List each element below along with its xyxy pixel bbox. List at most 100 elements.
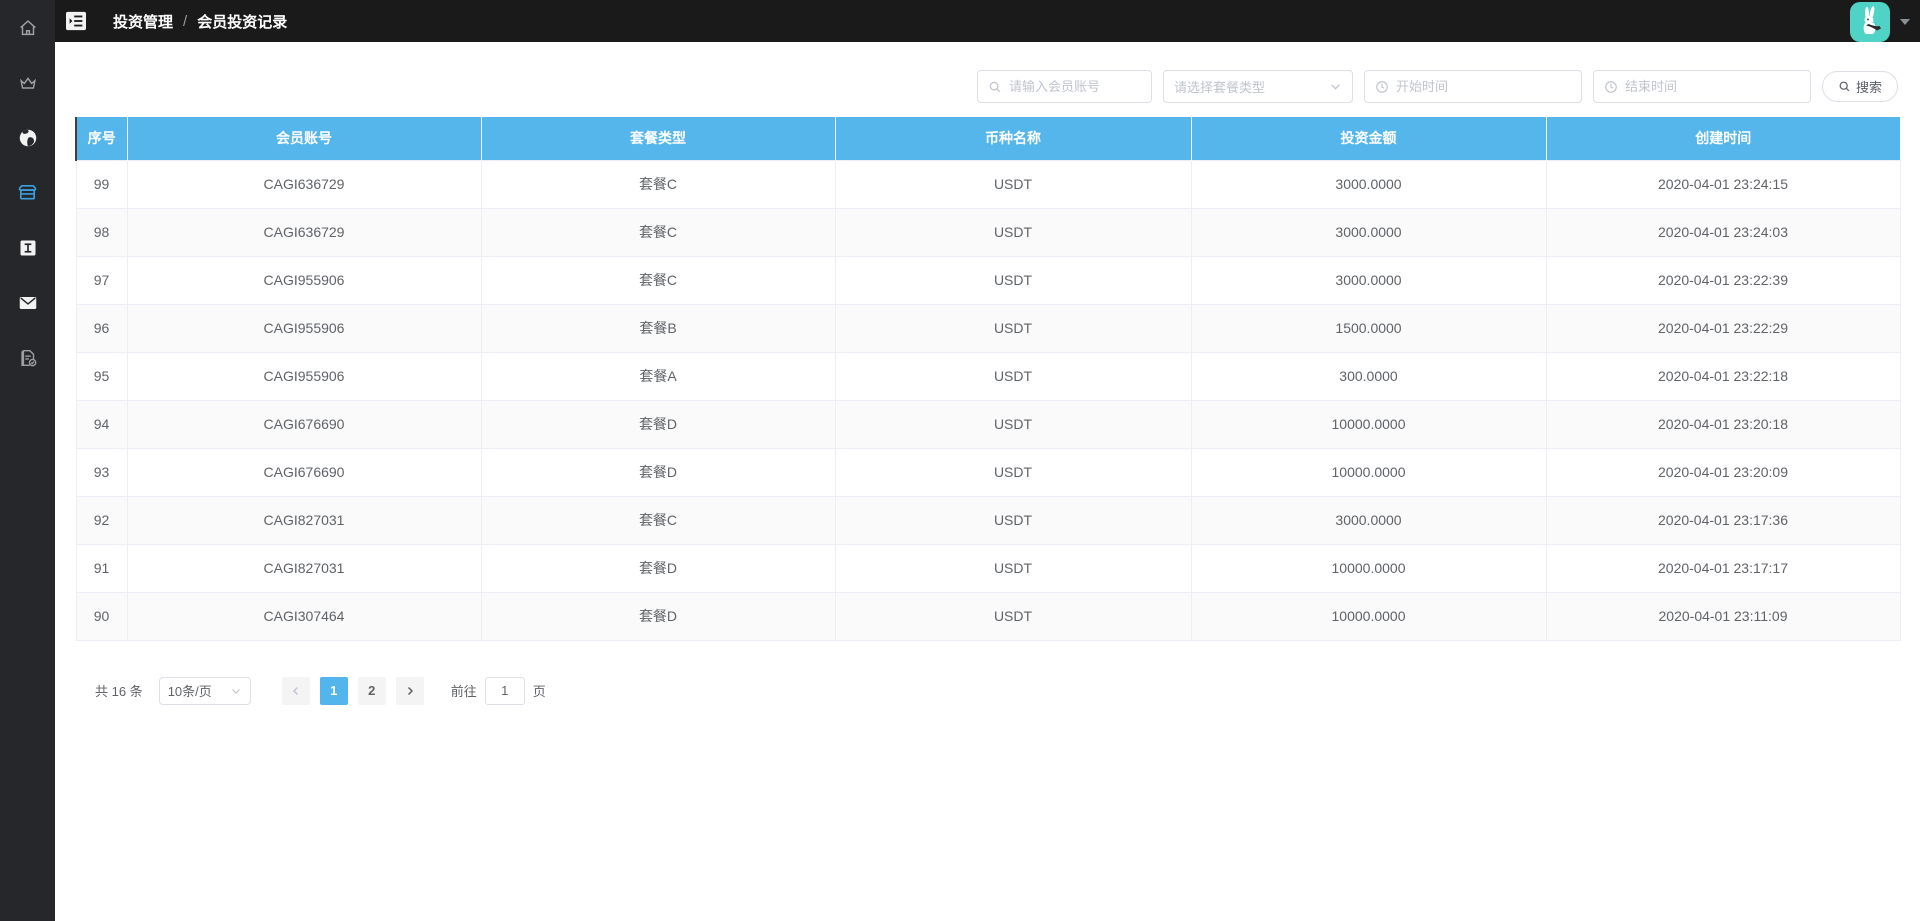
- col-header-package: 套餐类型: [480, 117, 835, 160]
- search-icon: [1839, 81, 1850, 92]
- table-row: 98 CAGI636729 套餐C USDT 3000.0000 2020-04…: [75, 207, 1901, 257]
- cell-package: 套餐B: [480, 303, 836, 353]
- shop-icon: [16, 181, 39, 204]
- table-row: 95 CAGI955906 套餐A USDT 300.0000 2020-04-…: [75, 351, 1901, 401]
- goto-page-input[interactable]: [484, 676, 525, 705]
- table-row: 96 CAGI955906 套餐B USDT 1500.0000 2020-04…: [75, 303, 1901, 353]
- col-header-amount: 投资金额: [1190, 117, 1546, 160]
- sidebar-item-mail[interactable]: [0, 275, 55, 330]
- investment-table: 序号 会员账号 套餐类型 币种名称 投资金额 创建时间 99 CAGI63672…: [75, 117, 1901, 641]
- breadcrumb-section[interactable]: 投资管理: [113, 11, 173, 32]
- table-row: 93 CAGI676690 套餐D USDT 10000.0000 2020-0…: [75, 447, 1901, 497]
- cell-created: 2020-04-01 23:17:36: [1545, 495, 1901, 545]
- cell-currency: USDT: [834, 255, 1192, 305]
- table-row: 90 CAGI307464 套餐D USDT 10000.0000 2020-0…: [75, 591, 1901, 641]
- start-date-field[interactable]: [1363, 70, 1582, 103]
- cell-currency: USDT: [834, 207, 1192, 257]
- package-type-placeholder: 请选择套餐类型: [1173, 80, 1265, 95]
- package-type-select[interactable]: 请选择套餐类型: [1162, 70, 1353, 103]
- cell-seq: 94: [75, 399, 128, 449]
- clock-icon: [1376, 80, 1388, 93]
- table-row: 91 CAGI827031 套餐D USDT 10000.0000 2020-0…: [75, 543, 1901, 593]
- page-button-1[interactable]: 1: [319, 676, 348, 705]
- goto-label: 前往: [450, 684, 477, 699]
- info-box-icon: [18, 238, 38, 258]
- mail-icon: [17, 292, 39, 314]
- cell-package: 套餐C: [480, 207, 836, 257]
- cell-currency: USDT: [834, 399, 1192, 449]
- cell-currency: USDT: [834, 495, 1192, 545]
- page-button-2[interactable]: 2: [357, 676, 386, 705]
- cell-package: 套餐D: [480, 399, 836, 449]
- pagination: 共 16 条 10条/页 1 2 前往 页: [95, 676, 1920, 705]
- cell-seq: 96: [75, 303, 128, 353]
- cell-currency: USDT: [834, 447, 1192, 497]
- goto-suffix-label: 页: [532, 684, 546, 699]
- cell-account: CAGI955906: [126, 303, 482, 353]
- member-account-field[interactable]: [976, 70, 1152, 103]
- prev-page-button[interactable]: [281, 676, 310, 705]
- chevron-right-icon: [407, 686, 413, 695]
- chevron-down-icon: [1331, 84, 1340, 90]
- cell-created: 2020-04-01 23:24:03: [1545, 207, 1901, 257]
- cell-seq: 97: [75, 255, 128, 305]
- cell-amount: 3000.0000: [1190, 495, 1547, 545]
- cell-package: 套餐D: [480, 543, 836, 593]
- sidebar-item-report[interactable]: [0, 330, 55, 385]
- cell-account: CAGI636729: [126, 207, 482, 257]
- avatar[interactable]: [1850, 2, 1890, 42]
- cell-account: CAGI676690: [126, 399, 482, 449]
- chevron-down-icon: [231, 688, 240, 694]
- cell-seq: 99: [75, 159, 128, 209]
- table-header-row: 序号 会员账号 套餐类型 币种名称 投资金额 创建时间: [75, 117, 1900, 160]
- page-size-select[interactable]: 10条/页: [158, 676, 251, 705]
- cell-account: CAGI676690: [126, 447, 482, 497]
- user-menu-caret-icon[interactable]: [1900, 19, 1910, 25]
- goto-page-group: 前往 页: [450, 676, 546, 705]
- cell-amount: 10000.0000: [1190, 543, 1547, 593]
- cell-created: 2020-04-01 23:22:39: [1545, 255, 1901, 305]
- cell-package: 套餐A: [480, 351, 836, 401]
- cell-package: 套餐D: [480, 591, 836, 641]
- end-date-input[interactable]: [1624, 79, 1800, 94]
- main-content: 请选择套餐类型 搜索: [55, 0, 1920, 921]
- cell-created: 2020-04-01 23:24:15: [1545, 159, 1901, 209]
- sidebar-item-shop-active[interactable]: [0, 165, 55, 220]
- cell-account: CAGI827031: [126, 495, 482, 545]
- cell-created: 2020-04-01 23:22:18: [1545, 351, 1901, 401]
- cell-package: 套餐C: [480, 255, 836, 305]
- cell-package: 套餐C: [480, 495, 836, 545]
- cell-account: CAGI307464: [126, 591, 482, 641]
- cell-seq: 92: [75, 495, 128, 545]
- total-count-label: 共 16 条: [95, 684, 143, 699]
- cell-amount: 3000.0000: [1190, 207, 1547, 257]
- table-row: 99 CAGI636729 套餐C USDT 3000.0000 2020-04…: [75, 159, 1901, 209]
- cell-currency: USDT: [834, 543, 1192, 593]
- sidebar-item-globe[interactable]: [0, 110, 55, 165]
- end-date-field[interactable]: [1592, 70, 1811, 103]
- cell-created: 2020-04-01 23:20:18: [1545, 399, 1901, 449]
- sidebar: [0, 0, 55, 921]
- table-row: 94 CAGI676690 套餐D USDT 10000.0000 2020-0…: [75, 399, 1901, 449]
- cell-currency: USDT: [834, 159, 1192, 209]
- collapse-menu-icon[interactable]: [65, 11, 87, 31]
- cell-package: 套餐D: [480, 447, 836, 497]
- member-account-input[interactable]: [1008, 79, 1141, 94]
- filter-bar: 请选择套餐类型 搜索: [55, 42, 1920, 117]
- cell-created: 2020-04-01 23:22:29: [1545, 303, 1901, 353]
- sidebar-item-home[interactable]: [0, 0, 55, 55]
- sidebar-item-info[interactable]: [0, 220, 55, 275]
- home-icon: [17, 17, 39, 39]
- cell-amount: 10000.0000: [1190, 591, 1547, 641]
- start-date-input[interactable]: [1395, 79, 1571, 94]
- breadcrumb: 投资管理 / 会员投资记录: [113, 11, 287, 32]
- search-button[interactable]: 搜索: [1821, 71, 1898, 102]
- next-page-button[interactable]: [395, 676, 424, 705]
- cell-amount: 300.0000: [1190, 351, 1547, 401]
- crown-icon: [17, 72, 39, 94]
- cell-currency: USDT: [834, 591, 1192, 641]
- cell-account: CAGI827031: [126, 543, 482, 593]
- cell-currency: USDT: [834, 351, 1192, 401]
- sidebar-item-vip[interactable]: [0, 55, 55, 110]
- search-button-label: 搜索: [1855, 80, 1882, 95]
